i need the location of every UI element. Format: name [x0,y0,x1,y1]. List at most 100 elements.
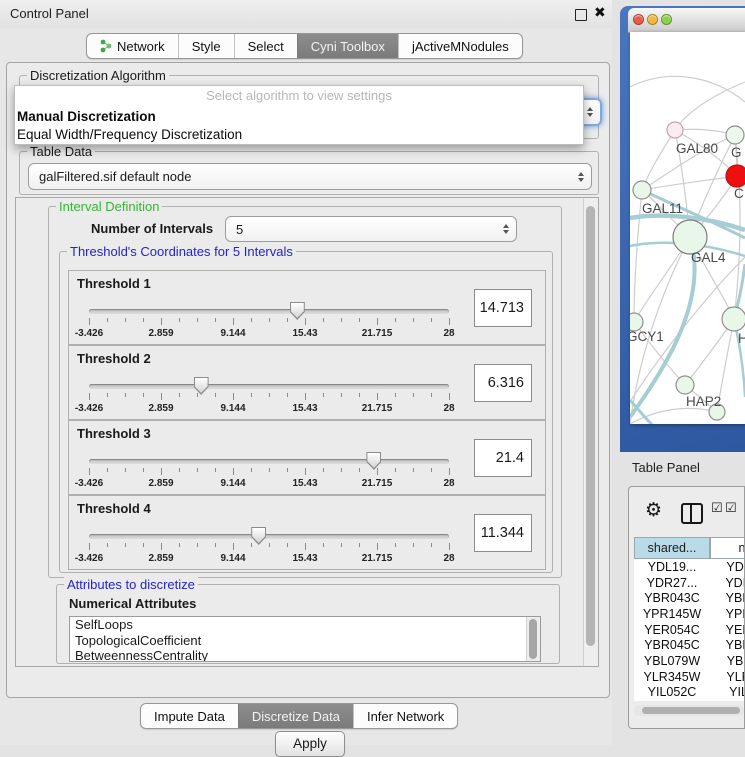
table-cell[interactable]: YDR2 [710,575,745,591]
table-cell[interactable]: YIL0 [710,685,745,701]
table-row[interactable]: YIL052CYIL0 [634,685,745,701]
minimize-traffic-light-icon[interactable] [647,14,658,25]
network-canvas[interactable]: GAL80GCGAL11GAL4GCY1HHAP2 [630,32,745,424]
network-window-titlebar[interactable] [628,8,745,33]
table-cell[interactable]: YER054C [634,622,710,638]
slider-tick [197,393,198,397]
threshold-value-field[interactable]: 6.316 [474,364,532,402]
tab-style[interactable]: Style [178,34,234,58]
slider-tick-label: 15.43 [292,328,317,339]
float-window-icon[interactable] [575,9,587,21]
tab-select[interactable]: Select [234,34,297,58]
table-cell[interactable]: YBR0 [710,637,745,653]
zoom-traffic-light-icon[interactable] [661,14,672,25]
network-node[interactable] [673,220,707,254]
network-node[interactable] [726,126,744,144]
tab-label: Select [248,39,284,54]
tab-network[interactable]: Network [87,34,178,58]
network-edge[interactable] [634,190,642,322]
slider-track[interactable] [89,384,449,389]
table-cell[interactable]: YPR1 [710,606,745,622]
table-cell[interactable]: YLR345W [634,669,710,685]
threshold-slider[interactable]: -3.4262.8599.14415.4321.71528 [89,301,449,341]
table-column-header[interactable]: n [710,537,745,559]
slider-track[interactable] [89,459,449,464]
table-cell[interactable]: YBR0 [710,590,745,606]
table-row[interactable]: YLR345WYLR3 [634,669,745,685]
checkbox-icon[interactable]: ☑ [711,500,723,516]
tab-infer-network[interactable]: Infer Network [353,704,457,728]
threshold-value-field[interactable]: 11.344 [474,514,532,552]
table-cell[interactable]: YER0 [710,622,745,638]
close-traffic-light-icon[interactable] [633,14,644,25]
tab-jactivemnodules[interactable]: jActiveMNodules [398,34,522,58]
scrollbar-thumb[interactable] [529,619,537,659]
network-view-window[interactable]: GAL80GCGAL11GAL4GCY1HHAP2 [620,6,745,452]
table-cell[interactable]: YIL052C [634,685,710,701]
slider-tick [161,543,162,550]
columns-icon[interactable] [681,503,703,524]
threshold-value-field[interactable]: 14.713 [474,289,532,327]
popup-option-manual-discretization[interactable]: Manual Discretization [15,107,583,125]
slider-track[interactable] [89,309,449,314]
apply-button[interactable]: Apply [275,731,345,757]
table-data-combo[interactable]: galFiltered.sif default node [28,163,592,190]
table-row[interactable]: YBR045CYBR0 [634,637,745,653]
table-cell[interactable]: YBL079W [634,653,710,669]
tab-impute-data[interactable]: Impute Data [141,704,238,728]
popup-option-equal-width-frequency-discretization[interactable]: Equal Width/Frequency Discretization [15,125,583,143]
table-row[interactable]: YBR043CYBR0 [634,590,745,606]
attributes-scrollbar[interactable] [526,617,540,661]
table-cell[interactable]: YDL19... [634,559,710,575]
slider-tick [395,468,396,472]
settings-scrollbar[interactable] [583,198,598,666]
threshold-value-field[interactable]: 21.4 [474,439,532,477]
attribute-item[interactable]: SelfLoops [70,617,540,633]
tab-cyni-toolbox[interactable]: Cyni Toolbox [297,34,398,58]
network-node[interactable] [633,181,651,199]
bottom-tab-bar: Impute DataDiscretize DataInfer Network [140,703,458,729]
table-cell[interactable]: YDL1 [710,559,745,575]
table-cell[interactable]: YBR045C [634,637,710,653]
attributes-group-title: Attributes to discretize [64,577,198,592]
table-cell[interactable]: YDR27... [634,575,710,591]
table-row[interactable]: YPR145WYPR1 [634,606,745,622]
tab-discretize-data[interactable]: Discretize Data [238,704,353,728]
table-row[interactable]: YDL19...YDL1 [634,559,745,575]
table-cell[interactable]: YPR145W [634,606,710,622]
network-edge[interactable] [675,82,745,130]
network-node[interactable] [722,307,745,331]
network-node[interactable] [667,122,683,138]
slider-tick-label: 28 [443,478,454,489]
numerical-attributes-list[interactable]: SelfLoopsTopologicalCoefficientBetweenne… [69,616,541,662]
threshold-slider[interactable]: -3.4262.8599.14415.4321.71528 [89,376,449,416]
attribute-item[interactable]: BetweennessCentrality [70,648,540,662]
slider-tick-label: -3.426 [75,553,103,564]
table-cell[interactable]: YBR043C [634,590,710,606]
table-row[interactable]: YBL079WYBL0 [634,653,745,669]
threshold-slider[interactable]: -3.4262.8599.14415.4321.71528 [89,451,449,491]
network-node-label: HAP2 [686,394,721,409]
network-node[interactable] [726,165,745,187]
network-edge[interactable] [642,176,737,190]
slider-track[interactable] [89,534,449,539]
table-row[interactable]: YDR27...YDR2 [634,575,745,591]
table-column-header[interactable]: shared... [634,537,710,559]
attribute-item[interactable]: TopologicalCoefficient [70,633,540,649]
scrollbar-thumb[interactable] [586,206,595,646]
table-row[interactable]: YER054CYER0 [634,622,745,638]
network-node[interactable] [676,376,694,394]
table-cell[interactable]: YLR3 [710,669,745,685]
threshold-slider[interactable]: -3.4262.8599.14415.4321.71528 [89,526,449,566]
table-horizontal-scrollbar[interactable] [634,705,744,716]
table-cell[interactable]: YBL0 [710,653,745,669]
slider-tick [431,468,432,472]
slider-tick-label: 2.859 [148,553,173,564]
network-graph[interactable]: GAL80GCGAL11GAL4GCY1HHAP2 [630,32,745,424]
close-icon[interactable]: ✖ [594,4,606,21]
gear-icon[interactable]: ⚙ [645,499,662,522]
network-edge[interactable] [642,130,675,190]
checkbox-icon[interactable]: ☑ [725,500,737,516]
scrollbar-thumb[interactable] [642,707,740,714]
number-of-intervals-combo[interactable]: 5 [225,216,517,242]
